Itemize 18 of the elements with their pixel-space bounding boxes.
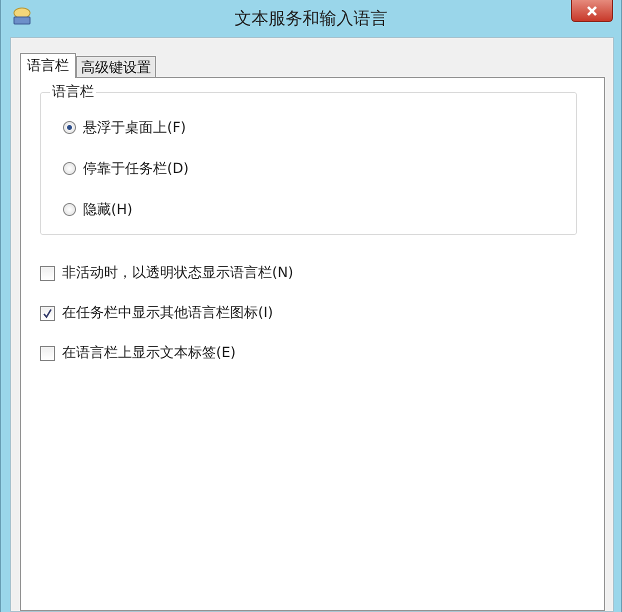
- radio-option[interactable]: 悬浮于桌面上(F): [63, 107, 554, 148]
- close-icon: [586, 4, 598, 16]
- checkbox[interactable]: [40, 306, 55, 320]
- checkbox-option[interactable]: 在任务栏中显示其他语言栏图标(I): [40, 293, 577, 333]
- checkbox[interactable]: [40, 266, 55, 280]
- close-button[interactable]: [571, 0, 613, 22]
- radio-button[interactable]: [63, 162, 76, 175]
- radio-option[interactable]: 停靠于任务栏(D): [63, 148, 554, 189]
- radio-button[interactable]: [63, 121, 76, 134]
- checkbox-option[interactable]: 非活动时，以透明状态显示语言栏(N): [40, 253, 577, 293]
- group-title: 语言栏: [50, 83, 96, 101]
- radio-button[interactable]: [63, 203, 76, 216]
- checkbox-option[interactable]: 在语言栏上显示文本标签(E): [40, 333, 577, 373]
- tab[interactable]: 高级键设置: [76, 56, 156, 77]
- tab[interactable]: 语言栏: [20, 53, 76, 78]
- radio-option[interactable]: 隐藏(H): [63, 189, 554, 230]
- checkbox[interactable]: [40, 346, 55, 360]
- window-title: 文本服务和输入语言: [234, 8, 388, 30]
